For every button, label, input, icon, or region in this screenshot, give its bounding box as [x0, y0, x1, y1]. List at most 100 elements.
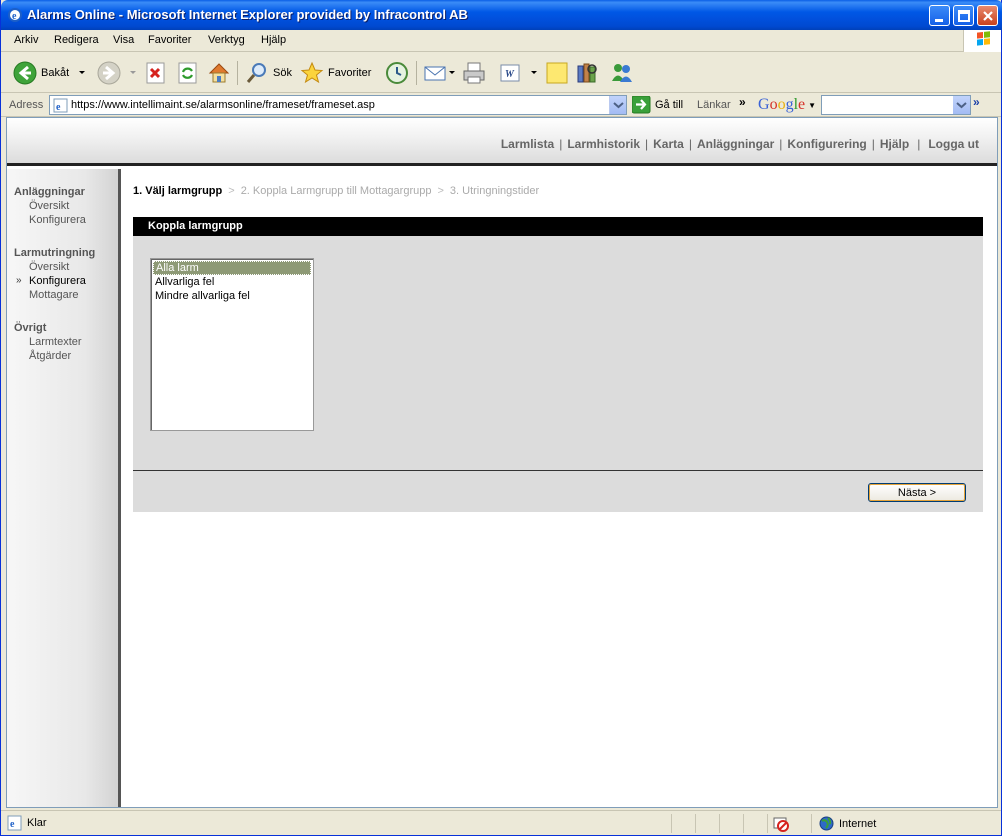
printer-icon — [463, 62, 485, 84]
forward-button[interactable] — [97, 58, 121, 88]
active-marker-icon: » — [16, 275, 22, 286]
list-option-alla-larm[interactable]: Alla larm — [153, 261, 311, 275]
nav-hjalp[interactable]: Hjälp — [880, 137, 909, 151]
list-option-mindre-allvarliga-fel[interactable]: Mindre allvarliga fel — [153, 289, 311, 303]
star-icon — [300, 61, 324, 84]
popup-blocker-cell[interactable] — [767, 814, 811, 833]
minimize-icon — [935, 19, 943, 22]
sidebar-item-larmutringning-oversikt[interactable]: Översikt — [29, 261, 69, 273]
svg-text:e: e — [12, 11, 17, 22]
discuss-button[interactable] — [545, 58, 569, 88]
research-button[interactable] — [576, 58, 600, 88]
print-button[interactable] — [462, 58, 486, 88]
google-toolbar-button[interactable]: Google ▼ — [758, 96, 816, 114]
maximize-button[interactable] — [953, 5, 974, 26]
svg-text:e: e — [10, 819, 15, 830]
sidebar-item-larmtexter[interactable]: Larmtexter — [29, 336, 82, 348]
address-dropdown-button[interactable] — [609, 96, 626, 114]
back-button[interactable]: Bakåt — [13, 58, 69, 88]
menu-arkiv[interactable]: Arkiv — [14, 34, 38, 46]
wizard-step-1: 1. Välj larmgrupp — [133, 185, 223, 197]
nav-konfigurering[interactable]: Konfigurering — [787, 137, 866, 151]
toolbar-separator — [416, 61, 417, 85]
status-cell — [719, 814, 743, 833]
sidebar-item-larmutringning-konfigurera[interactable]: Konfigurera — [29, 275, 86, 287]
minimize-button[interactable] — [929, 5, 950, 26]
alarm-group-panel: Koppla larmgrupp Alla larm Allvarliga fe… — [133, 217, 983, 512]
address-url: https://www.intellimaint.se/alarmsonline… — [71, 99, 375, 111]
title-bar[interactable]: e Alarms Online - Microsoft Internet Exp… — [1, 0, 1002, 30]
page-content: Larmlista | Larmhistorik | Karta | Anläggninga… — [6, 117, 998, 808]
menu-favoriter[interactable]: Favoriter — [148, 34, 191, 46]
home-icon — [208, 63, 230, 83]
edit-dropdown-icon[interactable] — [531, 71, 537, 74]
alarm-group-listbox[interactable]: Alla larm Allvarliga fel Mindre allvarli… — [150, 258, 314, 431]
windows-flag-icon — [977, 31, 990, 46]
stop-icon — [146, 62, 165, 84]
favorites-label: Favoriter — [328, 67, 372, 79]
google-toolbar-chevron-icon[interactable]: » — [973, 95, 980, 109]
forward-arrow-icon — [97, 61, 121, 85]
nav-larmhistorik[interactable]: Larmhistorik — [567, 137, 640, 151]
mail-dropdown-icon[interactable] — [449, 71, 455, 74]
search-button[interactable]: Sök — [245, 58, 292, 88]
google-search-input[interactable] — [821, 95, 971, 115]
books-icon — [577, 63, 597, 83]
sidebar-item-larmutringning-mottagare[interactable]: Mottagare — [29, 289, 79, 301]
toolbar-separator — [237, 61, 238, 85]
links-label[interactable]: Länkar — [697, 99, 731, 111]
close-button[interactable] — [977, 5, 998, 26]
address-input[interactable]: e https://www.intellimaint.se/alarmsonli… — [49, 95, 627, 115]
back-dropdown-icon[interactable] — [79, 71, 85, 74]
sidebar-heading-larmutringning: Larmutringning — [14, 247, 96, 259]
status-cell — [671, 814, 695, 833]
sidebar-heading-ovrigt: Övrigt — [14, 322, 47, 334]
next-button[interactable]: Nästa > — [868, 483, 966, 502]
messenger-icon — [612, 64, 632, 82]
wizard-step-3: 3. Utringningstider — [449, 185, 540, 197]
nav-larmlista[interactable]: Larmlista — [501, 137, 554, 151]
site-header: Larmlista | Larmhistorik | Karta | Anläggninga… — [7, 118, 997, 166]
history-button[interactable] — [385, 58, 409, 88]
mail-icon — [424, 66, 446, 81]
sidebar-item-anlaggningar-konfigurera[interactable]: Konfigurera — [29, 214, 86, 226]
menu-hjalp[interactable]: Hjälp — [261, 34, 286, 46]
links-chevron-icon[interactable]: » — [739, 95, 746, 109]
google-search-dropdown-button[interactable] — [953, 96, 970, 114]
menu-verktyg[interactable]: Verktyg — [208, 34, 245, 46]
chevron-down-icon — [956, 102, 967, 109]
sidebar-item-atgarder[interactable]: Åtgärder — [29, 350, 71, 362]
nav-karta[interactable]: Karta — [653, 137, 684, 151]
panel-title: Koppla larmgrupp — [133, 217, 983, 236]
security-zone[interactable]: Internet — [819, 816, 876, 831]
zone-label: Internet — [839, 817, 877, 830]
page-ie-icon: e — [53, 98, 68, 113]
menu-bar: Arkiv Redigera Visa Favoriter Verktyg Hj… — [1, 30, 1001, 52]
wizard-step-2: 2. Koppla Larmgrupp till Mottagargrupp — [240, 185, 432, 197]
nav-logga-ut[interactable]: Logga ut — [928, 137, 979, 151]
status-cell — [743, 814, 767, 833]
list-option-allvarliga-fel[interactable]: Allvarliga fel — [153, 275, 311, 289]
mail-button[interactable] — [423, 58, 447, 88]
messenger-button[interactable] — [609, 58, 635, 88]
sidebar-item-anlaggningar-oversikt[interactable]: Översikt — [29, 200, 69, 212]
close-icon — [983, 11, 993, 21]
refresh-button[interactable] — [177, 58, 199, 88]
edit-button[interactable]: W — [499, 58, 521, 88]
status-bar: e Klar Internet — [1, 810, 1001, 835]
menu-visa[interactable]: Visa — [113, 34, 134, 46]
wizard-separator: > — [437, 185, 444, 197]
favorites-button[interactable]: Favoriter — [300, 58, 371, 88]
note-icon — [546, 62, 568, 84]
go-arrow-icon — [632, 96, 651, 114]
menu-redigera[interactable]: Redigera — [54, 34, 99, 46]
forward-dropdown-icon[interactable] — [130, 71, 136, 74]
stop-button[interactable] — [145, 58, 167, 88]
home-button[interactable] — [207, 58, 231, 88]
go-button[interactable]: Gå till — [632, 96, 683, 114]
search-icon — [246, 63, 266, 83]
nav-anlaggningar[interactable]: Anläggningar — [697, 137, 774, 151]
window-title: Alarms Online - Microsoft Internet Explo… — [27, 7, 468, 22]
globe-icon — [819, 816, 834, 831]
sidebar: Anläggningar Översikt Konfigurera Larmut… — [7, 169, 121, 807]
